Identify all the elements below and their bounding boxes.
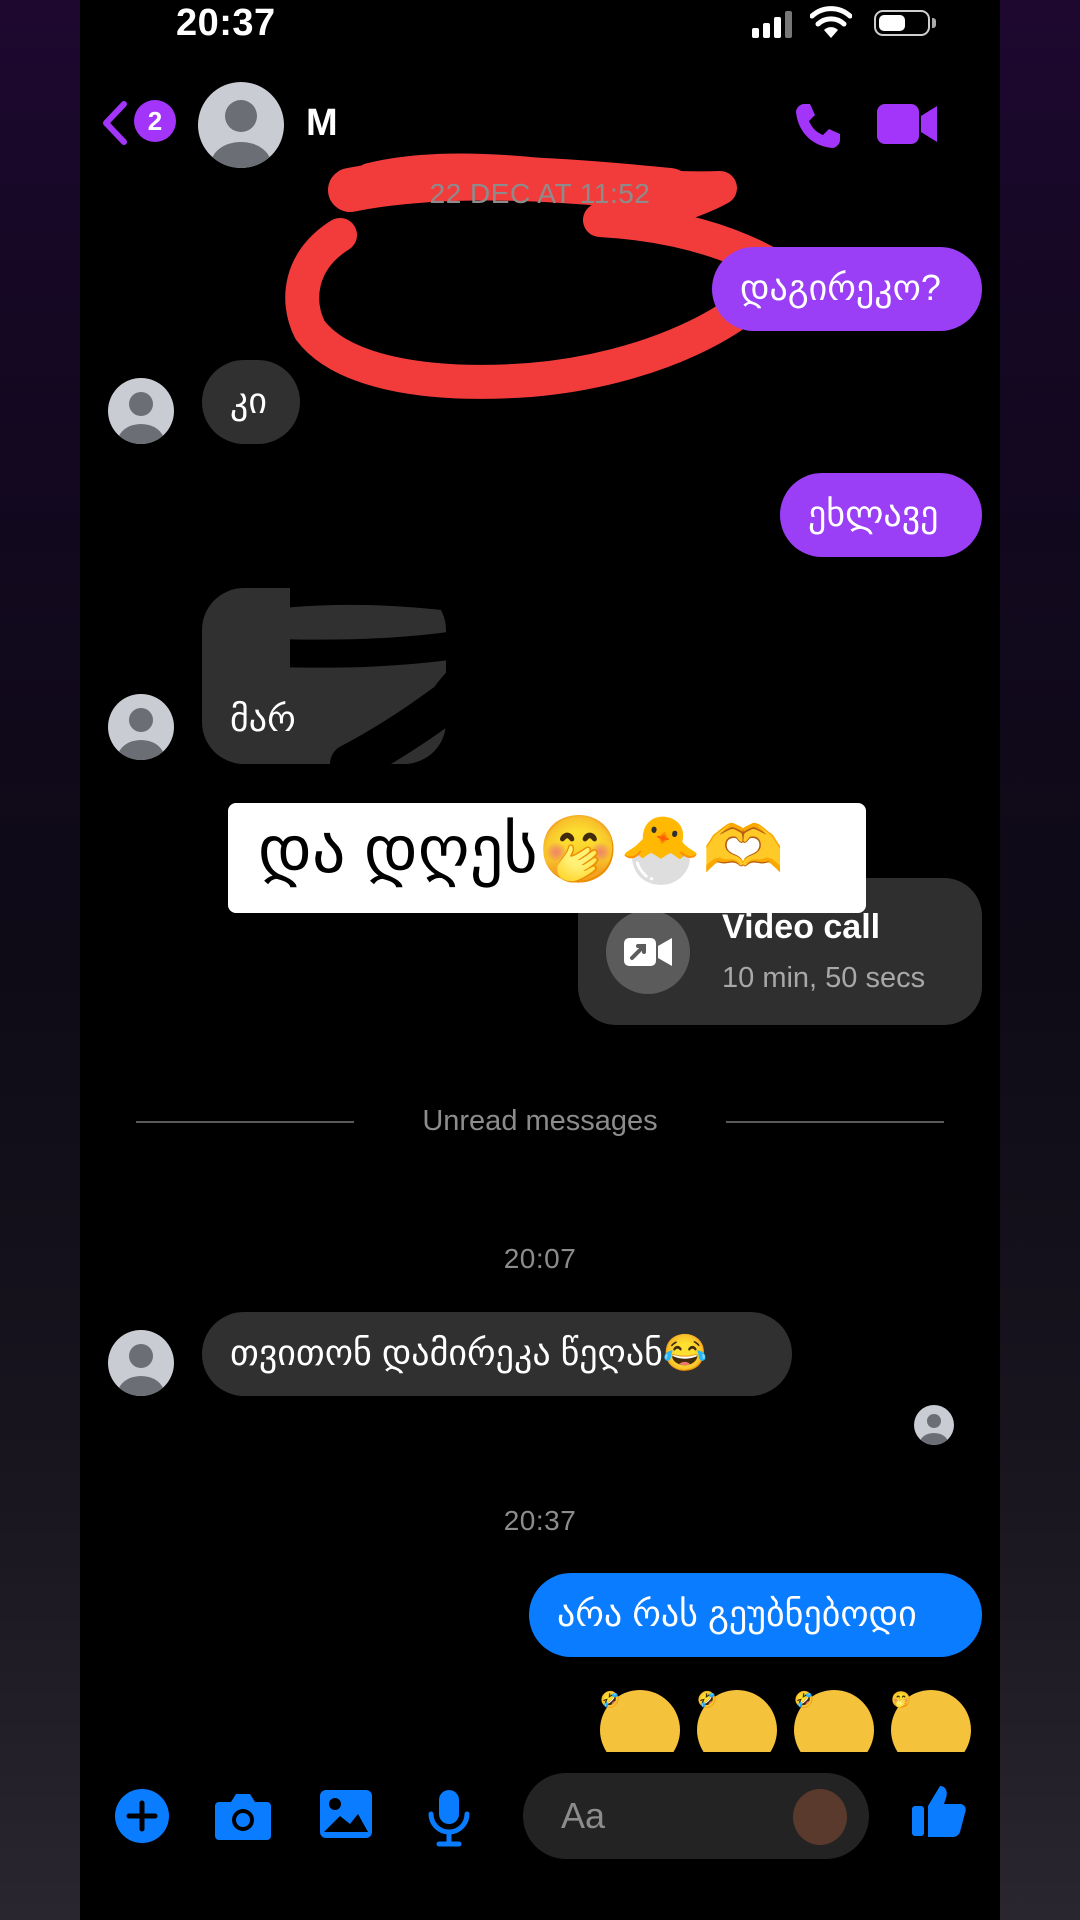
video-call-title: Video call [722, 908, 881, 946]
status-bar: 20:37 [80, 0, 1000, 50]
message-incoming[interactable]: მარ [202, 588, 446, 764]
microphone-icon[interactable] [425, 1788, 473, 1848]
unread-messages-divider: Unread messages [422, 1105, 658, 1137]
timestamp: 20:37 [503, 1505, 577, 1536]
seen-receipt-avatar [914, 1405, 954, 1445]
status-time: 20:37 [176, 2, 276, 44]
emoji-rofl: 🤣 [794, 1690, 874, 1760]
emoji-rofl: 🤣 [697, 1690, 777, 1760]
contact-avatar[interactable] [198, 82, 284, 168]
story-caption-overlay: და დღეს🤭🐣🫶 [228, 803, 866, 913]
timestamp: 22 DEC AT 11:52 [429, 178, 651, 209]
sender-avatar[interactable] [108, 694, 174, 760]
message-outgoing[interactable]: ეხლავე [780, 473, 982, 557]
sender-avatar[interactable] [108, 1330, 174, 1396]
emoji-rofl: 🤣 [600, 1690, 680, 1760]
back-button[interactable]: 2 [100, 98, 176, 148]
sender-avatar[interactable] [108, 378, 174, 444]
message-input[interactable]: Aa [523, 1773, 869, 1859]
emoji-hand-over-mouth: 🤭 [891, 1690, 971, 1760]
plus-icon[interactable] [114, 1788, 170, 1844]
video-call-duration: 10 min, 50 secs [722, 962, 926, 994]
thumbs-up-icon[interactable] [910, 1782, 968, 1840]
phone-screen: 20:37 2 M 22 DEC AT 11:52 დაგირეკო? კი ე… [80, 0, 1000, 1920]
emoji-message-row[interactable]: 🤣 🤣 🤣 🤭 [600, 1690, 980, 1760]
camera-icon[interactable] [213, 1788, 273, 1844]
contact-name[interactable]: M [306, 102, 338, 145]
message-input-placeholder: Aa [561, 1795, 606, 1836]
image-icon[interactable] [318, 1788, 374, 1840]
message-incoming[interactable]: თვითონ დამირეკა წეღან😂 [202, 1312, 792, 1396]
unread-count-badge: 2 [134, 100, 176, 142]
message-composer: Aa [80, 1752, 1000, 1920]
message-outgoing[interactable]: დაგირეკო? [712, 247, 982, 331]
timestamp: 20:07 [503, 1243, 577, 1274]
video-call-icon [606, 910, 690, 994]
message-outgoing[interactable]: არა რას გეუბნებოდი [529, 1573, 982, 1657]
cellular-signal-icon [752, 10, 792, 38]
battery-icon [874, 10, 936, 36]
chevron-left-icon [103, 101, 127, 145]
wifi-icon [810, 6, 852, 38]
phone-icon[interactable] [790, 98, 846, 154]
message-incoming[interactable]: კი [202, 360, 300, 444]
sticker-icon[interactable] [793, 1789, 847, 1845]
video-camera-icon[interactable] [875, 100, 939, 148]
chat-header: 2 M [80, 62, 1000, 399]
